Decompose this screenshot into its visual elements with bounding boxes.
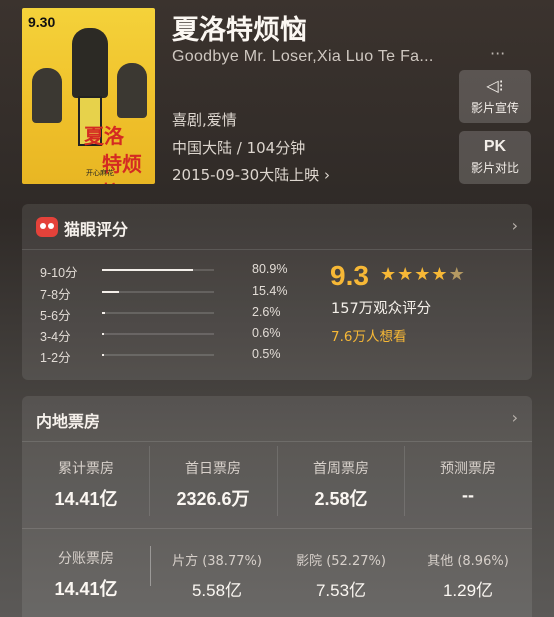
rating-percent: 15.4% [252, 284, 288, 298]
first-week-box-office: 首周票房 2.58亿 [279, 458, 403, 511]
chevron-right-icon: › [511, 408, 518, 427]
stat-value: 7.53亿 [315, 581, 367, 600]
forecast-box-office: 预测票房 -- [406, 458, 530, 506]
movie-poster[interactable]: 9.30 夏洛 特烦恼 开心麻花 [22, 8, 155, 184]
movie-release-date[interactable]: 2015-09-30大陆上映 › [172, 164, 330, 185]
stat-label: 累计票房 [58, 461, 114, 477]
more-icon[interactable]: ··· [490, 44, 505, 63]
stat-label: 预测票房 [440, 461, 496, 477]
compare-label: 影片对比 [470, 161, 519, 175]
rating-percent: 0.6% [252, 326, 281, 340]
rating-distribution-row: 5-6分 2.6% [40, 305, 300, 323]
poster-date: 9.30 [28, 14, 56, 30]
rating-score: 9.3 [330, 260, 369, 291]
box-office-card-header[interactable]: 内地票房 › [22, 396, 532, 442]
stat-value: 14.41亿 [54, 579, 118, 599]
split-box-office: 分账票房 14.41亿 [24, 548, 148, 601]
rating-range: 7-8分 [40, 288, 71, 302]
star-rating: ★★★★★ [380, 264, 466, 285]
box-office-section-title: 内地票房 [36, 412, 101, 431]
stat-label: 首日票房 [185, 461, 241, 477]
movie-english-title: Goodbye Mr. Loser,Xia Luo Te Fa... [172, 48, 434, 65]
review-count: 157万观众评分 [331, 301, 432, 317]
rating-distribution-row: 9-10分 80.9% [40, 262, 300, 280]
stat-value: 14.41亿 [54, 489, 118, 509]
movie-title: 夏洛特烦恼 [172, 15, 307, 46]
producer-share: 片方 (38.77%) 5.58亿 [155, 550, 279, 601]
stat-value: 5.58亿 [191, 581, 243, 600]
speaker-icon: ◁⁝ [486, 76, 504, 95]
rating-distribution-row: 7-8分 15.4% [40, 284, 300, 302]
cinema-share: 影院 (52.27%) 7.53亿 [279, 550, 403, 601]
stat-value: 2326.6万 [176, 489, 250, 509]
movie-region-runtime: 中国大陆 / 104分钟 [172, 139, 306, 157]
stat-value: 2.58亿 [314, 489, 368, 509]
rating-range: 9-10分 [40, 266, 78, 280]
rating-percent: 2.6% [252, 305, 281, 319]
stat-label: 其他 (8.96%) [427, 554, 509, 569]
stat-label: 片方 (38.77%) [172, 554, 262, 569]
rating-range: 5-6分 [40, 309, 71, 323]
rating-card-header[interactable]: 猫眼评分 › [22, 204, 532, 250]
rating-bar [102, 354, 104, 356]
rating-percent: 0.5% [252, 347, 281, 361]
compare-button[interactable]: PK 影片对比 [459, 131, 531, 184]
stat-value: -- [462, 485, 474, 505]
maoyan-cat-icon [36, 217, 58, 237]
star-icon: ★ [414, 264, 432, 285]
want-to-see-count[interactable]: 7.6万人想看 [331, 325, 406, 345]
star-icon: ★ [431, 264, 449, 285]
stat-label: 首周票房 [313, 461, 369, 477]
rating-section-title: 猫眼评分 [64, 220, 129, 239]
poster-figure [117, 63, 147, 118]
movie-header: 9.30 夏洛 特烦恼 开心麻花 夏洛特烦恼 Goodbye Mr. Loser… [0, 0, 554, 195]
other-share: 其他 (8.96%) 1.29亿 [406, 550, 530, 601]
rating-range: 3-4分 [40, 330, 71, 344]
chevron-right-icon: › [511, 216, 518, 235]
rating-bar [102, 312, 105, 314]
pk-icon: PK [483, 138, 507, 155]
star-icon: ★ [397, 264, 415, 285]
rating-bar [102, 333, 104, 335]
star-icon: ★ [380, 264, 398, 285]
total-box-office: 累计票房 14.41亿 [24, 458, 148, 511]
rating-percent: 80.9% [252, 262, 288, 276]
poster-figure [32, 68, 62, 123]
poster-figure [72, 28, 108, 98]
rating-distribution-row: 1-2分 0.5% [40, 347, 300, 365]
stat-label: 分账票房 [58, 551, 114, 567]
rating-bar [102, 291, 120, 293]
rating-bar [102, 269, 193, 271]
promo-button[interactable]: ◁⁝ 影片宣传 [459, 70, 531, 123]
poster-tagline: 开心麻花 [86, 169, 114, 177]
promo-label: 影片宣传 [470, 101, 519, 115]
stat-value: 1.29亿 [442, 581, 494, 600]
rating-card: 猫眼评分 › 9-10分 80.9% 7-8分 15.4% 5-6分 2.6% … [22, 204, 532, 380]
stat-label: 影院 (52.27%) [296, 554, 386, 569]
star-half-icon: ★ [448, 264, 466, 285]
first-day-box-office: 首日票房 2326.6万 [151, 458, 275, 511]
poster-title: 特烦恼 [102, 152, 142, 184]
movie-genre: 喜剧,爱情 [172, 111, 237, 129]
rating-range: 1-2分 [40, 351, 71, 365]
poster-title: 夏洛 [84, 124, 124, 148]
rating-distribution-row: 3-4分 0.6% [40, 326, 300, 344]
